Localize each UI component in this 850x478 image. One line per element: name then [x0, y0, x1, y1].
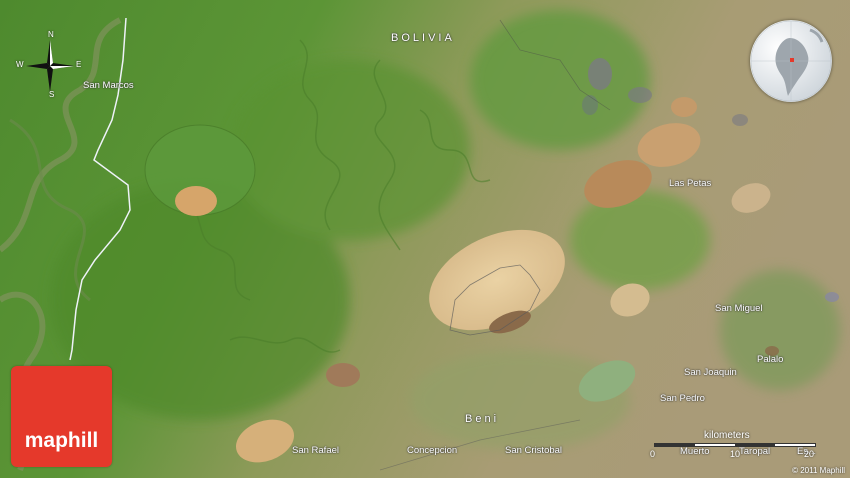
logo-text: maphill: [24, 429, 99, 452]
scale-bar-graphic: [654, 443, 816, 447]
scale-bar: kilometers 0 10 20: [650, 430, 820, 460]
place-label-san-rafael[interactable]: San Rafael: [292, 445, 339, 456]
compass-w: W: [16, 60, 24, 69]
place-label-san-pedro[interactable]: San Pedro: [660, 393, 705, 404]
place-label-san-marcos[interactable]: San Marcos: [83, 80, 134, 91]
place-label-palalo[interactable]: Palalo: [757, 354, 783, 365]
locator-globe: [750, 20, 832, 102]
place-label-las-petas[interactable]: Las Petas: [669, 178, 711, 189]
scale-tick-10: 10: [730, 449, 741, 459]
compass-icon: [26, 40, 74, 92]
scale-tick-20: 20: [804, 449, 815, 459]
map-view[interactable]: N S W E BOLIVIA Beni San Marcos Las Peta…: [0, 0, 850, 478]
country-label: BOLIVIA: [391, 32, 455, 44]
place-label-san-cristobal[interactable]: San Cristobal: [505, 445, 562, 456]
maphill-logo[interactable]: maphill: [11, 366, 112, 467]
scale-title: kilometers: [704, 430, 750, 441]
compass-e: E: [76, 60, 82, 69]
place-label-san-miguel[interactable]: San Miguel: [715, 303, 763, 314]
compass-n: N: [48, 30, 54, 39]
place-label-san-joaquin[interactable]: San Joaquin: [684, 367, 737, 378]
scale-tick-0: 0: [650, 449, 656, 459]
place-label-concepcion[interactable]: Concepcion: [407, 445, 457, 456]
copyright-text: © 2011 Maphill: [792, 466, 845, 475]
satellite-terrain: [0, 0, 850, 478]
compass-rose: N S W E: [16, 30, 82, 99]
compass-s: S: [49, 90, 55, 99]
globe-icon: [750, 20, 832, 102]
department-label: Beni: [465, 413, 500, 425]
